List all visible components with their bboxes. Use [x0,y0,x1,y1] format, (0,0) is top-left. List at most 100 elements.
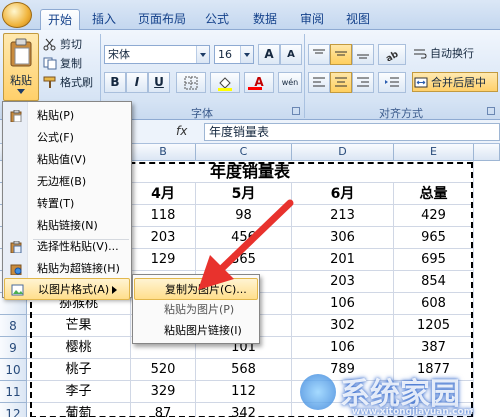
paste-label: 粘贴 [10,74,32,87]
group-separator [304,34,305,118]
tab-data[interactable]: 数据 [245,9,285,30]
chevron-down-icon[interactable] [196,46,209,63]
grow-font-button[interactable]: A [258,44,280,65]
align-center-icon [335,77,347,87]
menu-item-paste-values[interactable]: 粘贴值(V) [4,149,130,171]
tab-page-layout[interactable]: 页面布局 [132,9,192,30]
shrink-font-label: A [287,49,295,60]
font-size-value: 16 [218,48,232,61]
row-header-8[interactable]: 8 [0,315,27,337]
column-header-e[interactable]: E [394,144,474,161]
ribbon-tab-bar: 开始 插入 页面布局 公式 数据 审阅 视图 [0,0,500,30]
column-header-b[interactable]: B [131,144,196,161]
dialog-launcher-icon[interactable] [487,107,495,115]
row-header-12[interactable]: 12 [0,403,27,417]
align-middle-icon [335,51,347,56]
orientation-icon: ab [384,49,400,64]
align-bottom-button[interactable] [352,44,374,65]
phonetic-label: wén [281,78,299,87]
row-header-9[interactable]: 9 [0,337,27,359]
menu-item-no-borders[interactable]: 无边框(B) [4,171,130,193]
cut-button[interactable]: 剪切 [42,35,92,55]
font-size-box[interactable]: 16 [214,45,254,64]
paste-icon [10,110,22,122]
menu-item-paste-as-picture[interactable]: 粘贴为图片(P) [134,299,258,321]
chevron-down-icon [17,89,25,98]
dialog-launcher-icon[interactable] [292,107,300,115]
underline-label: U [154,75,164,89]
office-button[interactable] [2,2,32,28]
cut-label: 剪切 [60,38,82,51]
merge-center-button[interactable]: 合并后居中 [412,72,498,92]
menu-item-as-picture[interactable]: 以图片格式(A) [4,278,130,300]
menu-item-label: 粘贴为图片(P) [164,303,235,316]
bold-label: B [110,75,120,89]
menu-item-paste[interactable]: 粘贴(P) [4,105,130,127]
merge-center-label: 合并后居中 [431,76,486,89]
grow-font-label: A [264,47,274,61]
menu-item-paste-link[interactable]: 粘贴链接(N) [4,215,130,237]
brush-icon [43,76,56,88]
orientation-button[interactable]: ab [378,44,406,65]
fill-color-button[interactable] [210,72,240,93]
font-group-label: 字体 [191,107,213,120]
tab-review[interactable]: 审阅 [292,9,332,30]
font-color-button[interactable]: A [244,72,274,93]
wrap-text-button[interactable]: 自动换行 [412,44,492,64]
menu-item-paste-special[interactable]: 选择性粘贴(V)... [4,236,130,258]
phonetic-button[interactable]: wén [278,72,302,93]
align-right-button[interactable] [352,72,374,93]
indent-button[interactable] [378,72,406,93]
svg-text:ab: ab [384,49,400,61]
menu-item-paste-picture-link[interactable]: 粘贴图片链接(I) [134,320,258,342]
underline-button[interactable]: U [148,72,170,93]
paste-special-icon [10,241,22,253]
menu-item-transpose[interactable]: 转置(T) [4,193,130,215]
tab-formulas[interactable]: 公式 [197,9,237,30]
paste-button[interactable]: 粘贴 [3,33,39,101]
align-middle-button[interactable] [330,44,352,65]
menu-item-label: 粘贴为超链接(H) [37,262,120,275]
row-header-11[interactable]: 11 [0,381,27,403]
paste-options-menu: 粘贴(P) 公式(F) 粘贴值(V) 无边框(B) 转置(T) 粘贴链接(N) … [2,101,132,300]
watermark-logo [300,374,336,410]
copy-label: 复制 [60,57,82,70]
formula-input[interactable]: 年度销量表 [204,123,500,141]
font-name-value: 宋体 [108,48,130,61]
align-left-icon [313,77,325,87]
wrap-text-label: 自动换行 [430,47,474,60]
annotation-arrow [198,199,294,290]
tab-view[interactable]: 视图 [338,9,378,30]
align-center-button[interactable] [330,72,352,93]
paste-icon [10,38,32,67]
hyperlink-icon [10,264,22,275]
column-header-d[interactable]: D [292,144,394,161]
submenu-arrow-icon [112,286,121,294]
align-top-button[interactable] [308,44,330,65]
align-left-button[interactable] [308,72,330,93]
tab-home[interactable]: 开始 [40,9,80,30]
font-name-box[interactable]: 宋体 [104,45,210,64]
column-header-f[interactable] [474,144,500,161]
align-top-icon [313,49,325,54]
borders-button[interactable] [176,72,206,93]
chevron-down-icon[interactable] [240,46,253,63]
copy-button[interactable]: 复制 [42,54,92,74]
font-color-swatch [248,87,262,90]
menu-item-paste-hyperlink[interactable]: 粘贴为超链接(H) [4,258,130,280]
menu-item-formulas[interactable]: 公式(F) [4,127,130,149]
menu-item-label: 转置(T) [37,197,75,210]
menu-item-label: 粘贴图片链接(I) [164,324,242,337]
format-painter-button[interactable]: 格式刷 [42,73,98,93]
menu-item-label: 粘贴链接(N) [37,219,98,232]
border-icon [184,76,198,90]
fx-icon[interactable]: fx [172,123,202,141]
column-header-c[interactable]: C [196,144,292,161]
italic-button[interactable]: I [126,72,148,93]
row-header-10[interactable]: 10 [0,359,27,381]
menu-item-label: 选择性粘贴(V)... [37,240,119,253]
bold-button[interactable]: B [104,72,126,93]
tab-insert[interactable]: 插入 [85,9,123,30]
shrink-font-button[interactable]: A [280,44,302,65]
menu-item-label: 以图片格式(A) [38,283,110,296]
